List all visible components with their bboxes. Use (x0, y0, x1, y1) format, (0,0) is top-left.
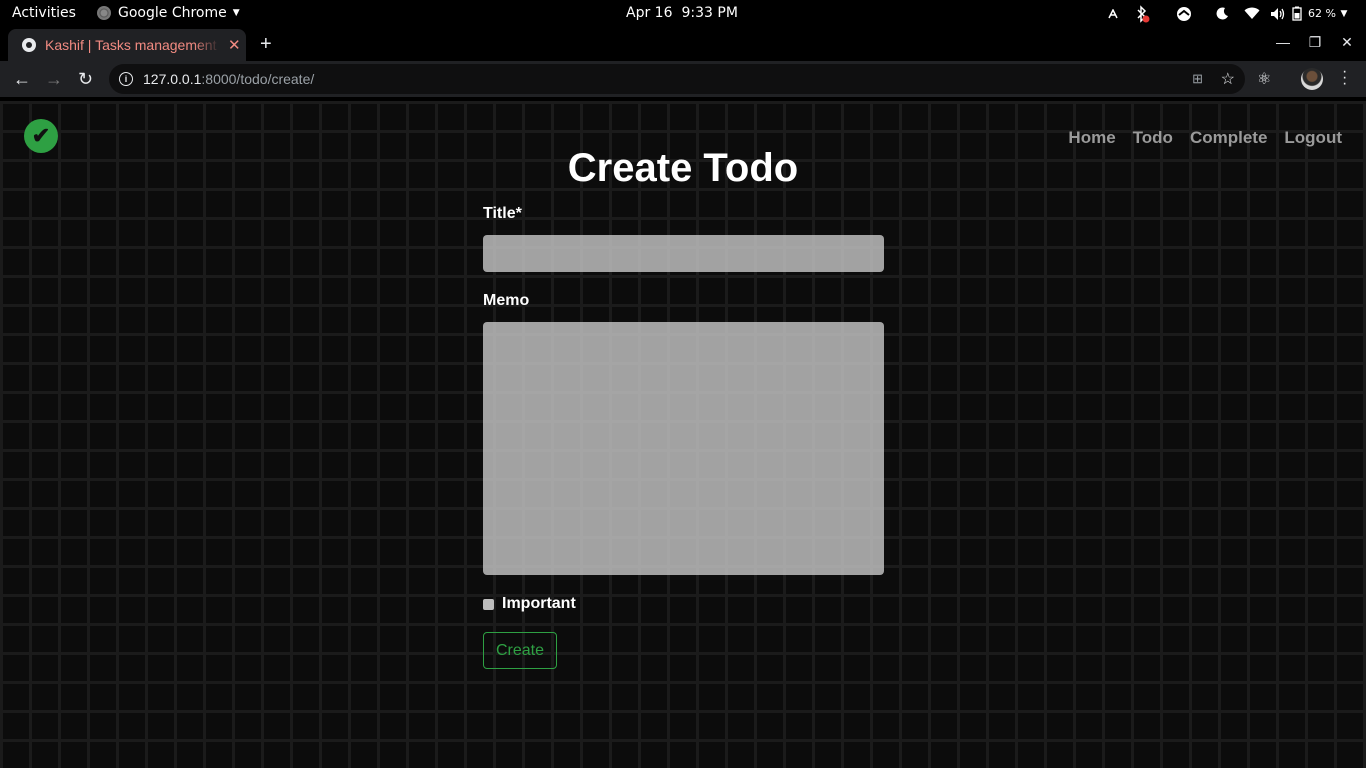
back-arrow-icon[interactable]: ← (13, 69, 31, 90)
window-controls: — ❐ ✕ (1276, 34, 1354, 51)
chevron-down-icon[interactable]: ▼ (1336, 4, 1352, 23)
system-top-bar: Activities Google Chrome ▼ Apr 16 9:33 PM… (0, 0, 1366, 27)
chevron-down-icon: ▼ (232, 8, 240, 18)
date: Apr 16 (626, 5, 673, 21)
volume-icon[interactable] (1266, 4, 1290, 23)
title-label: Title* (483, 205, 522, 222)
important-checkbox[interactable] (483, 598, 494, 610)
tab-title: Kashif | Tasks management (45, 37, 217, 53)
clock[interactable]: Apr 16 9:33 PM (626, 5, 738, 21)
memo-label: Memo (483, 292, 530, 309)
page-viewport: ✔ Home Todo Complete Logout Create Todo … (0, 101, 1366, 768)
nav-home-link[interactable]: Home (1068, 128, 1115, 148)
important-row: Important (483, 595, 884, 613)
kebab-menu-icon[interactable]: · · · (1342, 64, 1347, 92)
reload-icon[interactable]: ↻ (78, 69, 93, 90)
react-devtools-extension-icon[interactable]: ⚛ (1257, 69, 1271, 89)
close-window-icon[interactable]: ✕ (1340, 34, 1354, 51)
important-label[interactable]: Important (502, 595, 576, 613)
close-tab-icon[interactable]: ✕ (228, 36, 241, 54)
top-nav: Home Todo Complete Logout (1068, 128, 1342, 148)
system-tray[interactable]: 62 % ▼ (1104, 4, 1352, 23)
address-bar[interactable]: i 127.0.0.1:8000/todo/create/ ⊞ ☆ (109, 64, 1245, 94)
nav-todo-link[interactable]: Todo (1133, 128, 1173, 148)
new-tab-button[interactable]: + (260, 33, 272, 56)
nav-complete-link[interactable]: Complete (1190, 128, 1267, 148)
info-icon[interactable]: i (119, 72, 133, 86)
night-light-icon[interactable] (1206, 4, 1238, 23)
browser-tab-active[interactable]: Kashif | Tasks management ✕ (8, 29, 246, 61)
memo-textarea[interactable] (483, 322, 884, 575)
app-name: Google Chrome (118, 5, 227, 21)
battery-icon[interactable] (1290, 4, 1304, 23)
create-todo-form: Title* Memo Important Create (483, 205, 884, 669)
chrome-icon (97, 6, 111, 20)
time: 9:33 PM (681, 5, 738, 21)
profile-avatar[interactable] (1301, 68, 1323, 90)
battery-percentage: 62 % (1308, 7, 1336, 20)
browser-toolbar: ← → ↻ i 127.0.0.1:8000/todo/create/ ⊞ ☆ … (0, 61, 1366, 97)
create-button[interactable]: Create (483, 632, 557, 669)
bluetooth-icon[interactable] (1122, 4, 1162, 23)
translate-icon[interactable]: ⊞ (1192, 71, 1203, 87)
minimize-icon[interactable]: — (1276, 34, 1290, 51)
bookmark-star-icon[interactable]: ☆ (1221, 69, 1235, 89)
forward-arrow-icon[interactable]: → (45, 69, 63, 90)
input-method-icon[interactable] (1104, 4, 1122, 23)
url-text[interactable]: 127.0.0.1:8000/todo/create/ (143, 71, 314, 87)
activities-button[interactable]: Activities (12, 5, 76, 21)
page-title: Create Todo (567, 146, 799, 190)
globe-icon (22, 38, 36, 52)
tab-strip: Kashif | Tasks management ✕ + — ❐ ✕ (0, 27, 1366, 61)
restore-icon[interactable]: ❐ (1308, 34, 1322, 51)
nav-logout-link[interactable]: Logout (1284, 128, 1342, 148)
vpn-icon[interactable] (1162, 4, 1206, 23)
title-input[interactable] (483, 235, 884, 272)
app-menu[interactable]: Google Chrome ▼ (97, 5, 240, 21)
wifi-icon[interactable] (1238, 4, 1266, 23)
